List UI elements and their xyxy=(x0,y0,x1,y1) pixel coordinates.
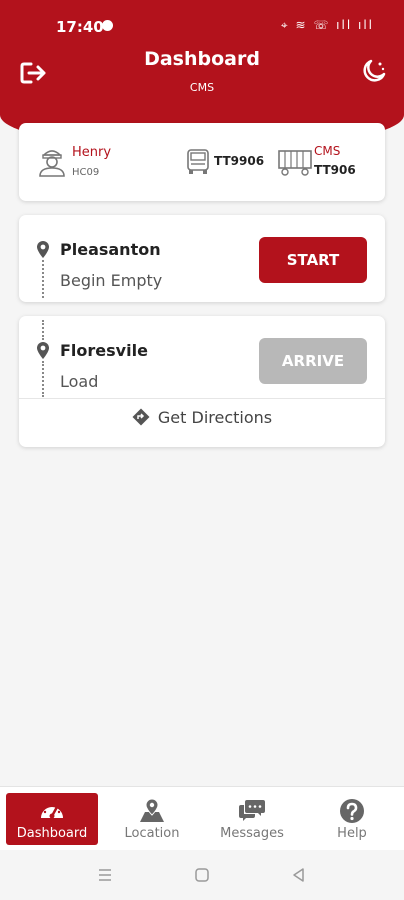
nav-dashboard[interactable]: Dashboard xyxy=(6,793,98,845)
home-icon[interactable] xyxy=(193,866,211,884)
chat-icon xyxy=(239,800,265,821)
trailer-company: CMS xyxy=(314,144,341,158)
stop-card: Pleasanton Begin Empty START xyxy=(19,215,385,302)
nav-help[interactable]: Help xyxy=(306,793,398,845)
nav-location[interactable]: Location xyxy=(106,793,198,845)
stop-card: Floresvile Load ARRIVE Get Directions xyxy=(19,316,385,447)
truck-icon xyxy=(187,149,209,174)
arrive-button[interactable]: ARRIVE xyxy=(259,338,367,384)
stop-name: Floresvile xyxy=(60,341,148,360)
location-pin-icon xyxy=(37,342,49,359)
trailer-id: TT906 xyxy=(314,163,356,177)
driver-icon xyxy=(39,150,65,177)
stop-type: Load xyxy=(60,372,99,391)
page-subtitle: CMS xyxy=(189,81,215,94)
moon-icon[interactable] xyxy=(360,57,388,85)
notification-icon xyxy=(102,20,113,31)
start-button[interactable]: START xyxy=(259,237,367,283)
location-pin-icon xyxy=(37,241,49,258)
system-status-icons: ⌖ ≋ ☏ ıll ıll xyxy=(280,18,374,32)
route-line xyxy=(42,260,44,298)
truck-id: TT9906 xyxy=(214,154,265,168)
stop-name: Pleasanton xyxy=(60,240,161,259)
driver-id: HC09 xyxy=(72,167,100,178)
get-directions-link[interactable]: Get Directions xyxy=(19,408,385,436)
route-line xyxy=(42,320,44,340)
menu-icon[interactable] xyxy=(96,866,114,884)
help-icon xyxy=(340,799,364,823)
status-bar: 17:40 ⌖ ≋ ☏ ıll ıll xyxy=(0,0,404,40)
back-icon[interactable] xyxy=(290,866,308,884)
trailer-icon xyxy=(278,150,312,176)
nav-location-label: Location xyxy=(124,826,180,841)
driver-name: Henry xyxy=(72,145,112,160)
route-line xyxy=(42,361,44,397)
nav-messages[interactable]: Messages xyxy=(206,793,298,845)
directions-icon xyxy=(132,408,150,426)
page-title: Dashboard xyxy=(144,48,260,70)
get-directions-label: Get Directions xyxy=(157,408,273,427)
speedometer-icon xyxy=(41,803,63,819)
nav-messages-label: Messages xyxy=(220,826,284,841)
map-pin-icon xyxy=(140,798,164,822)
divider xyxy=(19,398,385,399)
nav-dashboard-label: Dashboard xyxy=(16,826,88,841)
status-time: 17:40 xyxy=(56,18,104,36)
stop-type: Begin Empty xyxy=(60,271,163,290)
assignment-card: Henry HC09 TT9906 CMS TT906 xyxy=(19,123,385,201)
system-navigation-bar xyxy=(0,850,404,900)
bottom-navigation: Dashboard Location Messages Help xyxy=(0,786,404,850)
nav-help-label: Help xyxy=(337,826,367,841)
